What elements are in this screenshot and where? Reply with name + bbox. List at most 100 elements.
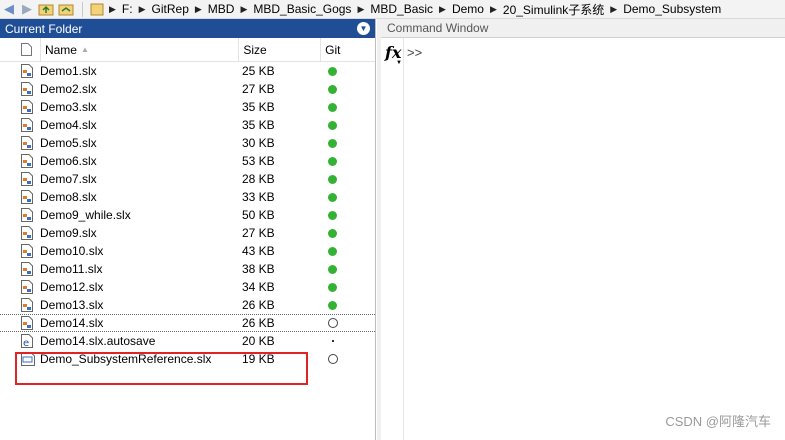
column-name[interactable]: Name ▲ bbox=[41, 37, 240, 62]
git-status bbox=[324, 66, 374, 76]
git-status bbox=[324, 264, 374, 274]
slx-file-icon bbox=[0, 190, 40, 204]
file-size: 30 KB bbox=[242, 136, 275, 150]
breadcrumb-item[interactable]: Demo_Subsystem bbox=[619, 2, 725, 16]
file-row[interactable]: Demo14.slx 26 KB bbox=[0, 314, 375, 332]
file-row[interactable]: e Demo14.slx.autosave 20 KB bbox=[0, 332, 375, 350]
command-window-body[interactable]: fx ▼ >> bbox=[381, 38, 785, 440]
panel-menu-icon[interactable]: ▼ bbox=[357, 22, 370, 35]
file-name[interactable]: Demo9.slx bbox=[40, 226, 240, 240]
git-status bbox=[324, 102, 374, 112]
file-size: 35 KB bbox=[242, 100, 275, 114]
file-name[interactable]: Demo8.slx bbox=[40, 190, 240, 204]
file-name[interactable]: Demo14.slx.autosave bbox=[40, 334, 240, 348]
git-status bbox=[324, 340, 374, 342]
git-clean-icon bbox=[328, 210, 337, 220]
file-name[interactable]: Demo10.slx bbox=[40, 244, 240, 258]
file-name[interactable]: Demo3.slx bbox=[40, 100, 240, 114]
git-status bbox=[324, 84, 374, 94]
slx-file-icon bbox=[0, 244, 40, 258]
file-name[interactable]: Demo1.slx bbox=[40, 64, 240, 78]
panel-title: Command Window bbox=[387, 21, 489, 35]
gutter-divider bbox=[403, 38, 404, 440]
slx-file-icon bbox=[0, 262, 40, 276]
file-row[interactable]: Demo11.slx 38 KB bbox=[0, 260, 375, 278]
git-clean-icon bbox=[328, 66, 337, 76]
file-row[interactable]: Demo1.slx 25 KB bbox=[0, 62, 375, 80]
file-row[interactable]: Demo10.slx 43 KB bbox=[0, 242, 375, 260]
file-name[interactable]: Demo14.slx bbox=[40, 316, 240, 330]
column-git-label: Git bbox=[325, 42, 341, 57]
git-status bbox=[324, 120, 374, 130]
file-row[interactable]: Demo5.slx 30 KB bbox=[0, 134, 375, 152]
column-size[interactable]: Size bbox=[239, 37, 322, 62]
file-name[interactable]: Demo7.slx bbox=[40, 172, 240, 186]
file-name[interactable]: Demo5.slx bbox=[40, 136, 240, 150]
file-row[interactable]: Demo2.slx 27 KB bbox=[0, 80, 375, 98]
command-window-header: Command Window bbox=[381, 19, 785, 38]
chevron-right-icon: ▶ bbox=[240, 3, 248, 14]
chevron-right-icon: ▶ bbox=[489, 3, 497, 14]
git-clean-icon bbox=[328, 102, 337, 112]
column-header-row: Name ▲ Size Git bbox=[0, 37, 375, 62]
command-prompt[interactable]: >> bbox=[407, 45, 422, 60]
file-row[interactable]: Demo13.slx 26 KB bbox=[0, 296, 375, 314]
git-status bbox=[324, 138, 374, 148]
browse-folder-icon[interactable] bbox=[56, 0, 76, 18]
git-clean-icon bbox=[328, 264, 337, 274]
file-name[interactable]: Demo12.slx bbox=[40, 280, 240, 294]
git-clean-icon bbox=[328, 228, 337, 238]
folder-icon bbox=[87, 0, 107, 18]
file-row[interactable]: Demo6.slx 53 KB bbox=[0, 152, 375, 170]
breadcrumb-item[interactable]: MBD_Basic_Gogs bbox=[249, 2, 355, 16]
file-row[interactable]: Demo3.slx 35 KB bbox=[0, 98, 375, 116]
chevron-right-icon: ▶ bbox=[109, 3, 116, 14]
column-name-label: Name bbox=[44, 42, 77, 57]
back-arrow-icon[interactable]: ◀ bbox=[0, 0, 18, 18]
forward-arrow-icon[interactable]: ▶ bbox=[18, 0, 36, 18]
file-size: 35 KB bbox=[242, 118, 275, 132]
caret-down-icon[interactable]: ▼ bbox=[396, 60, 402, 66]
file-name[interactable]: Demo9_while.slx bbox=[40, 208, 240, 222]
up-folder-icon[interactable] bbox=[36, 0, 56, 18]
file-row[interactable]: Demo4.slx 35 KB bbox=[0, 116, 375, 134]
breadcrumb-item[interactable]: MBD bbox=[204, 2, 239, 16]
file-size: 33 KB bbox=[242, 190, 275, 204]
breadcrumb-item[interactable]: F: bbox=[118, 2, 137, 16]
column-type[interactable] bbox=[0, 37, 41, 62]
chevron-right-icon: ▶ bbox=[138, 3, 146, 14]
file-name[interactable]: Demo13.slx bbox=[40, 298, 240, 312]
file-size: 26 KB bbox=[242, 298, 275, 312]
git-clean-icon bbox=[328, 282, 337, 292]
file-row[interactable]: Demo9.slx 27 KB bbox=[0, 224, 375, 242]
git-status bbox=[324, 246, 374, 256]
breadcrumb-item[interactable]: GitRep bbox=[148, 2, 193, 16]
file-name[interactable]: Demo4.slx bbox=[40, 118, 240, 132]
breadcrumb-item[interactable]: Demo bbox=[448, 2, 488, 16]
slx-file-icon bbox=[0, 172, 40, 186]
slx-file-icon bbox=[0, 298, 40, 312]
file-name[interactable]: Demo2.slx bbox=[40, 82, 240, 96]
file-size: 50 KB bbox=[242, 208, 275, 222]
breadcrumb-item[interactable]: MBD_Basic bbox=[366, 2, 437, 16]
git-status bbox=[324, 354, 374, 364]
file-row[interactable]: Demo12.slx 34 KB bbox=[0, 278, 375, 296]
file-name[interactable]: Demo11.slx bbox=[40, 262, 240, 276]
panel-title: Current Folder bbox=[5, 21, 83, 36]
highlight-box bbox=[15, 352, 308, 385]
column-git[interactable]: Git bbox=[321, 38, 375, 62]
git-clean-icon bbox=[328, 138, 337, 148]
file-name[interactable]: Demo6.slx bbox=[40, 154, 240, 168]
current-folder-header: Current Folder ▼ bbox=[0, 19, 375, 38]
chevron-right-icon: ▶ bbox=[610, 3, 618, 14]
git-clean-icon bbox=[328, 84, 337, 94]
file-row[interactable]: Demo9_while.slx 50 KB bbox=[0, 206, 375, 224]
slx-file-icon bbox=[0, 100, 40, 114]
file-row[interactable]: Demo8.slx 33 KB bbox=[0, 188, 375, 206]
toolbar-divider bbox=[82, 1, 83, 17]
git-untracked-icon bbox=[328, 318, 338, 328]
file-row[interactable]: Demo7.slx 28 KB bbox=[0, 170, 375, 188]
breadcrumb-item[interactable]: 20_Simulink子系统 bbox=[499, 1, 608, 18]
slx-file-icon bbox=[0, 118, 40, 132]
git-status bbox=[324, 210, 374, 220]
